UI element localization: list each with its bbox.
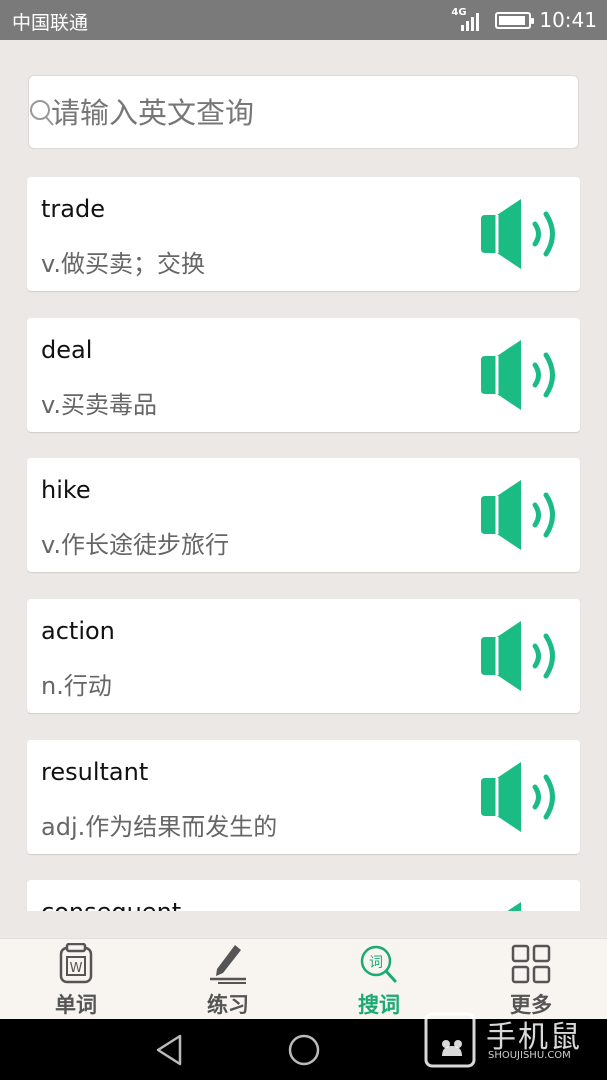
word-definition: v.做买卖；交换	[41, 250, 205, 278]
tab-practice[interactable]: 练习	[152, 939, 304, 1020]
carrier-name: 中国联通	[12, 12, 89, 34]
word-card[interactable]: consequent	[27, 880, 580, 911]
watermark-logo: 手机鼠 SHOUJISHU.COM	[422, 1006, 607, 1076]
word-text: action	[41, 617, 115, 645]
status-icons: 4G 10:41	[451, 6, 597, 34]
word-card[interactable]: resultant adj.作为结果而发生的	[27, 740, 580, 854]
watermark-subtext: SHOUJISHU.COM	[488, 1050, 571, 1061]
word-text: trade	[41, 195, 105, 223]
status-bar: 中国联通 4G 10:41	[0, 0, 607, 40]
search-input[interactable]	[51, 92, 551, 134]
word-definition: v.买卖毒品	[41, 391, 157, 419]
pen-icon	[210, 945, 246, 984]
word-list[interactable]: trade v.做买卖；交换 deal v.买卖毒品 hike v.作长途徒步旅…	[0, 160, 607, 911]
word-card[interactable]: action n.行动	[27, 599, 580, 713]
word-card[interactable]: trade v.做买卖；交换	[27, 177, 580, 291]
tab-word[interactable]: W 单词	[0, 939, 152, 1020]
speaker-icon[interactable]	[479, 900, 569, 911]
word-card[interactable]: deal v.买卖毒品	[27, 318, 580, 432]
word-book-icon: W	[59, 943, 93, 984]
word-card[interactable]: hike v.作长途徒步旅行	[27, 458, 580, 572]
word-text: deal	[41, 336, 93, 364]
svg-text:W: W	[70, 961, 83, 976]
speaker-icon[interactable]	[479, 338, 569, 412]
grid-icon	[511, 944, 551, 984]
speaker-icon[interactable]	[479, 478, 569, 552]
search-box[interactable]	[28, 75, 579, 149]
word-text: consequent	[41, 898, 181, 911]
watermark-icon	[424, 1012, 476, 1068]
clock: 10:41	[539, 8, 597, 32]
speaker-icon[interactable]	[479, 760, 569, 834]
word-definition: v.作长途徒步旅行	[41, 531, 229, 559]
svg-text:词: 词	[369, 955, 383, 971]
tab-label: 练习	[207, 993, 249, 1017]
battery-icon	[495, 11, 535, 29]
word-definition: n.行动	[41, 672, 112, 700]
tab-label: 单词	[55, 993, 97, 1017]
word-definition: adj.作为结果而发生的	[41, 813, 278, 841]
back-icon[interactable]	[150, 1031, 190, 1069]
word-text: resultant	[41, 758, 149, 786]
search-word-icon: 词	[360, 945, 397, 983]
speaker-icon[interactable]	[479, 197, 569, 271]
speaker-icon[interactable]	[479, 619, 569, 693]
home-icon[interactable]	[284, 1031, 324, 1069]
signal-icon: 4G	[451, 7, 485, 33]
word-text: hike	[41, 476, 91, 504]
